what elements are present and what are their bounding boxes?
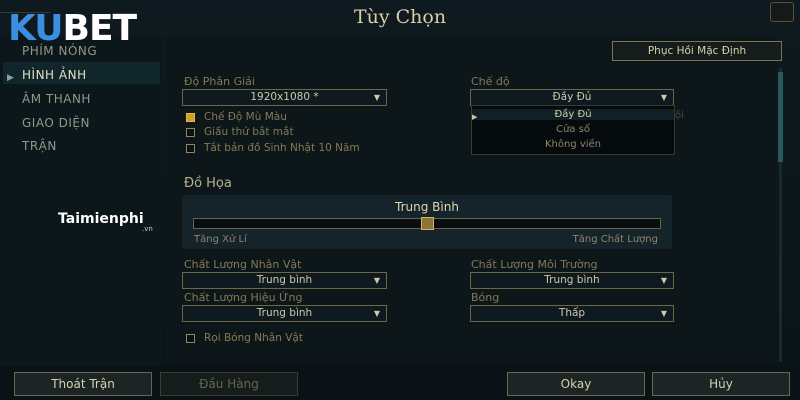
cancel-button[interactable]: Hủy — [652, 372, 790, 396]
character-shadows-checkbox[interactable]: Rọi Bóng Nhân Vật — [186, 332, 303, 344]
restore-defaults-button[interactable]: Phục Hồi Mặc Định — [612, 41, 782, 61]
mode-option-windowed[interactable]: Cửa sổ — [472, 124, 674, 135]
checkbox-box — [186, 143, 195, 153]
resolution-label: Độ Phân Giải — [184, 75, 255, 88]
mode-value: Đầy Đủ — [552, 91, 592, 103]
chevron-down-icon: ▼ — [373, 93, 380, 102]
chevron-down-icon: ▼ — [660, 309, 667, 318]
surrender-button[interactable]: Đầu Hàng — [160, 372, 298, 396]
sidebar-item-sound[interactable]: ÂM THANH — [22, 92, 91, 106]
char-quality-dropdown[interactable]: Trung bình ▼ — [182, 272, 387, 289]
checkbox-box — [186, 112, 195, 122]
resolution-value: 1920x1080 * — [250, 91, 319, 103]
quality-slider-handle[interactable] — [421, 217, 434, 230]
effects-quality-value: Trung bình — [256, 307, 313, 319]
chevron-down-icon: ▼ — [660, 276, 667, 285]
watermark-domain: .vn — [142, 225, 153, 233]
window-title: Tùy Chọn — [353, 6, 447, 28]
char-quality-value: Trung bình — [256, 274, 313, 286]
sidebar-item-video[interactable]: HÌNH ẢNH — [22, 68, 87, 82]
shadows-label: Bóng — [471, 291, 500, 304]
env-quality-dropdown[interactable]: Trung bình ▼ — [470, 272, 674, 289]
quality-value: Trung Bình — [395, 200, 459, 214]
hide-eye-candy-checkbox[interactable]: Giấu thứ bắt mắt — [186, 126, 294, 138]
close-button[interactable] — [770, 2, 794, 22]
checkbox-label: Tắt bản đồ Sinh Nhật 10 Năm — [204, 142, 360, 154]
colorblind-checkbox[interactable]: Chế Độ Mù Màu — [186, 111, 287, 123]
checkbox-label: Rọi Bóng Nhân Vật — [204, 332, 303, 344]
kubet-logo: KUBET — [8, 8, 138, 49]
mode-dropdown-menu: Đầy Đủ Cửa sổ Không viền — [471, 105, 675, 155]
mode-dropdown[interactable]: Đầy Đủ ▼ — [470, 89, 674, 106]
watermark-text: Taimienphi — [58, 211, 144, 227]
env-quality-label: Chất Lượng Môi Trường — [471, 258, 598, 271]
sidebar-item-game[interactable]: TRẬN — [22, 139, 57, 153]
graphics-section-title: Đồ Họa — [184, 176, 232, 191]
exit-game-button[interactable]: Thoát Trận — [14, 372, 152, 396]
chevron-down-icon: ▼ — [660, 93, 667, 102]
sidebar-item-interface[interactable]: GIAO DIỆN — [22, 116, 90, 130]
mode-option-fullscreen[interactable]: Đầy Đủ — [472, 109, 674, 120]
mode-label: Chế độ — [471, 75, 510, 88]
char-quality-label: Chất Lượng Nhân Vật — [184, 258, 302, 271]
effects-quality-label: Chất Lượng Hiệu Ứng — [184, 291, 303, 304]
resolution-dropdown[interactable]: 1920x1080 * ▼ — [182, 89, 387, 106]
logo-text-ku: KU — [8, 8, 63, 49]
mode-option-borderless[interactable]: Không viền — [472, 139, 674, 150]
env-quality-value: Trung bình — [544, 274, 600, 286]
logo-text-bet: BET — [62, 8, 138, 49]
chevron-down-icon: ▼ — [373, 276, 380, 285]
selected-marker-icon: ▶ — [472, 113, 478, 121]
scrollbar-thumb[interactable] — [778, 72, 783, 162]
checkbox-box — [186, 333, 195, 343]
shadows-dropdown[interactable]: Thấp ▼ — [470, 305, 674, 322]
shadows-value: Thấp — [558, 307, 586, 319]
okay-button[interactable]: Okay — [507, 372, 645, 396]
effects-quality-dropdown[interactable]: Trung bình ▼ — [182, 305, 387, 322]
watermark: Taimienphi .vn — [58, 211, 153, 233]
chevron-down-icon: ▼ — [373, 309, 380, 318]
checkbox-label: Giấu thứ bắt mắt — [204, 126, 294, 138]
quality-high-label: Tăng Chất Lượng — [572, 234, 658, 245]
graphics-quality-panel: Trung Bình Tăng Xử Lí Tăng Chất Lượng — [182, 195, 672, 249]
disable-birthday-map-checkbox[interactable]: Tắt bản đồ Sinh Nhật 10 Năm — [186, 142, 360, 154]
sidebar — [0, 36, 163, 366]
checkbox-box — [186, 127, 195, 137]
active-arrow-icon: ▶ — [7, 73, 14, 83]
partially-hidden-text: ội — [675, 110, 684, 121]
quality-low-label: Tăng Xử Lí — [194, 234, 247, 245]
title-bar: Tùy Chọn — [60, 0, 740, 34]
checkbox-label: Chế Độ Mù Màu — [204, 111, 287, 123]
quality-slider[interactable] — [193, 217, 661, 230]
